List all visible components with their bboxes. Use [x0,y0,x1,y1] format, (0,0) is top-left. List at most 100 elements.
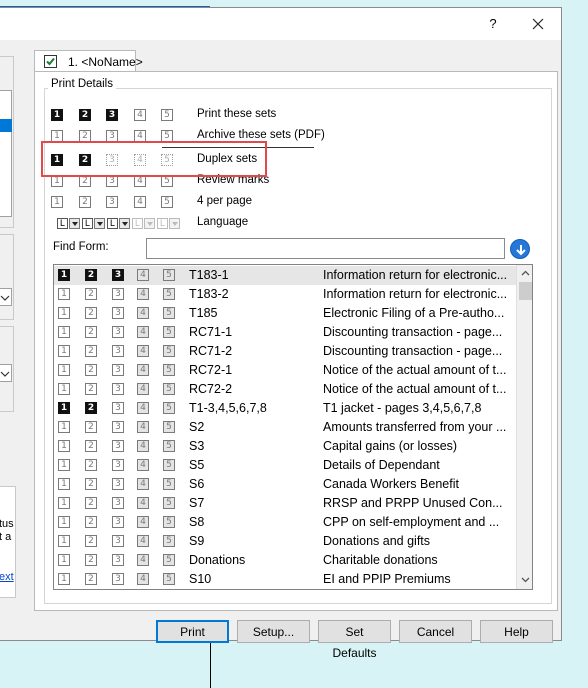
form-set-4-checkbox[interactable]: 4 [137,269,149,281]
find-form-input[interactable] [146,238,505,259]
form-row[interactable]: 1 2 3 4 5 RC71-1 Discounting transaction - pag… [54,323,516,342]
left-link[interactable]: ext [0,570,14,584]
form-row[interactable]: 1 2 3 4 5 S8 CPP on self-employment and ... [54,513,516,532]
form-set-1-checkbox[interactable]: 1 [58,364,70,376]
form-row[interactable]: 1 2 3 4 5 S5 Details of Dependant [54,456,516,475]
form-set-2-checkbox[interactable]: 2 [85,421,97,433]
set-1-checkbox[interactable]: 1 [51,196,63,208]
form-row[interactable]: 1 2 3 4 5 RC72-1 Notice of the actual amount o… [54,361,516,380]
form-set-1-checkbox[interactable]: 1 [58,345,70,357]
left-dropdown-2[interactable] [0,364,12,382]
form-set-5-checkbox[interactable]: 5 [163,345,175,357]
set-3-checkbox[interactable]: 3 [106,196,118,208]
form-set-4-checkbox[interactable]: 4 [137,421,149,433]
chevron-down-icon[interactable] [119,218,130,229]
form-set-4-checkbox[interactable]: 4 [137,402,149,414]
language-select-2[interactable]: L [82,218,93,229]
left-list-selected-item[interactable] [0,119,12,132]
form-row[interactable]: 1 2 3 4 5 Donations Charitable donations [54,551,516,570]
form-set-5-checkbox[interactable]: 5 [163,402,175,414]
form-set-2-checkbox[interactable]: 2 [85,383,97,395]
scroll-down-arrow[interactable] [517,572,532,589]
help-title-button[interactable]: ? [478,12,508,36]
form-set-5-checkbox[interactable]: 5 [163,326,175,338]
language-select-1[interactable]: L [57,218,68,229]
form-set-1-checkbox[interactable]: 1 [58,421,70,433]
form-set-3-checkbox[interactable]: 3 [112,573,124,585]
form-set-4-checkbox[interactable]: 4 [137,307,149,319]
form-set-1-checkbox[interactable]: 1 [58,307,70,319]
form-set-4-checkbox[interactable]: 4 [137,554,149,566]
form-set-1-checkbox[interactable]: 1 [58,288,70,300]
form-row[interactable]: 1 2 3 4 5 S2 Amounts transferred from your ... [54,418,516,437]
form-set-3-checkbox[interactable]: 3 [112,383,124,395]
form-set-5-checkbox[interactable]: 5 [163,573,175,585]
form-set-1-checkbox[interactable]: 1 [58,573,70,585]
close-button[interactable] [522,12,554,36]
form-set-2-checkbox[interactable]: 2 [85,288,97,300]
form-set-5-checkbox[interactable]: 5 [163,554,175,566]
form-set-3-checkbox[interactable]: 3 [112,497,124,509]
print-button[interactable]: Print [156,620,229,643]
forms-list-scrollbar[interactable] [516,265,532,589]
form-set-3-checkbox[interactable]: 3 [112,516,124,528]
form-set-4-checkbox[interactable]: 4 [137,364,149,376]
form-set-4-checkbox[interactable]: 4 [137,516,149,528]
setup-button[interactable]: Setup... [237,620,310,643]
set-1-checkbox[interactable]: 1 [51,109,63,121]
help-button[interactable]: Help [480,620,553,643]
form-set-2-checkbox[interactable]: 2 [85,345,97,357]
form-set-1-checkbox[interactable]: 1 [58,440,70,452]
form-set-3-checkbox[interactable]: 3 [112,554,124,566]
form-row[interactable]: 1 2 3 4 5 T183-1 Information return for electr… [54,266,516,285]
scroll-thumb[interactable] [519,282,532,300]
form-set-5-checkbox[interactable]: 5 [163,269,175,281]
form-set-1-checkbox[interactable]: 1 [58,459,70,471]
form-set-3-checkbox[interactable]: 3 [112,421,124,433]
left-list[interactable] [0,90,12,217]
tab-noname[interactable]: 1. <NoName> [34,50,143,72]
form-set-4-checkbox[interactable]: 4 [137,440,149,452]
form-set-3-checkbox[interactable]: 3 [112,269,124,281]
form-set-4-checkbox[interactable]: 4 [137,459,149,471]
form-set-2-checkbox[interactable]: 2 [85,307,97,319]
form-row[interactable]: 1 2 3 4 5 T183-2 Information return for electr… [54,285,516,304]
form-set-5-checkbox[interactable]: 5 [163,478,175,490]
form-set-4-checkbox[interactable]: 4 [137,535,149,547]
set-3-checkbox[interactable]: 3 [106,109,118,121]
form-row[interactable]: 1 2 3 4 5 RC71-2 Discounting transaction - pag… [54,342,516,361]
form-set-2-checkbox[interactable]: 2 [85,326,97,338]
form-set-5-checkbox[interactable]: 5 [163,459,175,471]
form-set-2-checkbox[interactable]: 2 [85,459,97,471]
scroll-up-arrow[interactable] [517,265,532,282]
forms-list[interactable]: 1 2 3 4 5 T183-1 Information return for electr… [53,264,533,590]
form-row[interactable]: 1 2 3 4 5 S6 Canada Workers Benefit [54,475,516,494]
form-set-1-checkbox[interactable]: 1 [58,535,70,547]
form-set-5-checkbox[interactable]: 5 [163,307,175,319]
form-set-4-checkbox[interactable]: 4 [137,345,149,357]
form-set-3-checkbox[interactable]: 3 [112,478,124,490]
form-set-1-checkbox[interactable]: 1 [58,402,70,414]
form-set-3-checkbox[interactable]: 3 [112,288,124,300]
form-set-3-checkbox[interactable]: 3 [112,535,124,547]
form-set-5-checkbox[interactable]: 5 [163,364,175,376]
form-set-1-checkbox[interactable]: 1 [58,497,70,509]
form-set-5-checkbox[interactable]: 5 [163,288,175,300]
form-set-2-checkbox[interactable]: 2 [85,497,97,509]
form-set-5-checkbox[interactable]: 5 [163,497,175,509]
form-set-3-checkbox[interactable]: 3 [112,459,124,471]
form-set-4-checkbox[interactable]: 4 [137,326,149,338]
form-set-2-checkbox[interactable]: 2 [85,440,97,452]
form-set-3-checkbox[interactable]: 3 [112,307,124,319]
form-row[interactable]: 1 2 3 4 5 T185 Electronic Filing of a Pre-auth… [54,304,516,323]
form-set-4-checkbox[interactable]: 4 [137,478,149,490]
set-5-checkbox[interactable]: 5 [161,109,173,121]
form-row[interactable]: 1 2 3 4 5 S9 Donations and gifts [54,532,516,551]
form-set-3-checkbox[interactable]: 3 [112,326,124,338]
form-set-5-checkbox[interactable]: 5 [163,535,175,547]
form-set-3-checkbox[interactable]: 3 [112,440,124,452]
form-set-3-checkbox[interactable]: 3 [112,345,124,357]
form-row[interactable]: 1 2 3 4 5 S10 EI and PPIP Premiums [54,570,516,589]
form-set-5-checkbox[interactable]: 5 [163,516,175,528]
form-row[interactable]: 1 2 3 4 5 T1-3,4,5,6,7,8 T1 jacket - pages 3,4… [54,399,516,418]
